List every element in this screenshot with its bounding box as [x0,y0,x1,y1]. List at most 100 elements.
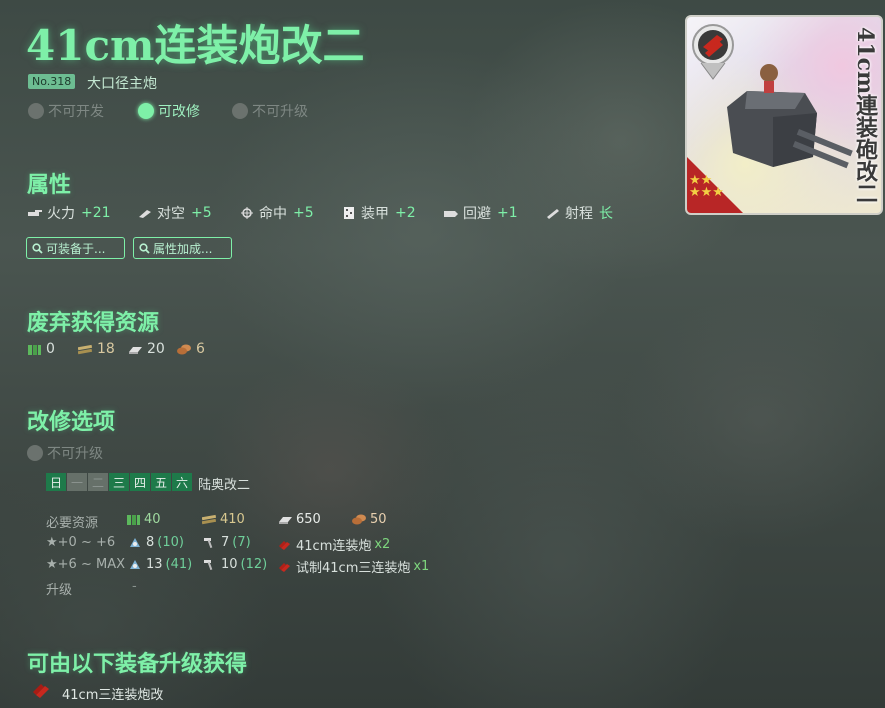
flag-improve-label: 可改修 [158,104,200,120]
development-material-icon [130,560,140,569]
stat-antiair: 对空 +5 [137,203,212,223]
improvement-row-label: ★+0 ~ +6 [46,535,116,550]
antiair-icon [139,210,151,218]
search-icon [32,242,43,254]
improvement-upgrade-status: 不可升级 [27,443,103,463]
bauxite-icon [352,514,366,525]
dev-material-guaranteed: (10) [157,535,184,550]
improvement-ship: 陆奥改二 [198,478,251,493]
development-material-icon [130,538,140,547]
consumed-equipment-name: 试制41cm三连装炮 [296,561,411,576]
steel-icon [129,346,142,354]
consumed-equipment: 试制41cm三连装炮 x1 [278,557,429,576]
stat-bonus-button[interactable]: 属性加成... [133,237,232,259]
scrap-bauxite: 6 [177,341,205,357]
day-wed: 三 [109,473,129,491]
main-gun-icon [279,541,290,550]
status-dot-icon [28,103,44,119]
star-icon: ★★★ [689,185,724,200]
improvement-material-icon [204,560,213,570]
section-heading-scrap: 废弃获得资源 [27,310,160,336]
stat-armor: 装甲 +2 [341,203,416,223]
scrap-ammo-value: 18 [97,341,115,357]
ammo-icon [202,514,217,525]
flag-improve: 可改修 [138,101,200,121]
flag-upgrade: 不可升级 [232,101,308,121]
required-steel-value: 650 [296,512,321,527]
main-gun-icon [279,563,290,572]
flag-develop: 不可开发 [28,101,104,121]
scrap-ammo: 18 [78,341,115,357]
flag-develop-label: 不可开发 [48,104,104,120]
improvement-material-icon [204,538,213,548]
status-dot-icon [232,103,248,119]
evasion-icon [444,211,458,217]
section-heading-attributes: 属性 [27,172,72,198]
screw-guaranteed: (7) [232,535,251,550]
section-heading-improvement: 改修选项 [27,409,116,435]
bauxite-icon [177,344,191,354]
improvement-row-label: ★+6 ~ MAX [46,557,125,572]
fuel-icon [28,344,41,355]
consumed-equipment-count: x1 [413,559,430,574]
flag-upgrade-label: 不可升级 [252,104,308,120]
stat-value: +5 [293,205,314,221]
screw-guaranteed: (12) [240,557,268,572]
consumed-equipment: 41cm连装炮 x2 [278,535,390,554]
dev-material-cost: 13 (41) [128,557,192,572]
consumed-equipment-name: 41cm连装炮 [296,539,372,554]
equipment-number-badge: No.318 [28,74,76,89]
scrap-steel: 20 [128,341,165,357]
card-title: 41cm連装砲改二 [852,27,878,205]
section-heading-obtain: 可由以下装备升级获得 [27,651,248,677]
stat-label: 对空 [157,206,185,222]
day-thu: 四 [130,473,150,491]
stat-value: 长 [599,206,613,222]
card-stars: ★★ ★★★ [689,174,729,200]
required-resources-label: 必要资源 [46,516,99,531]
stat-value: +2 [395,205,416,221]
scrap-fuel-value: 0 [46,341,55,357]
steel-icon [279,517,292,524]
stat-evasion: 回避 +1 [443,203,518,223]
source-equipment-link[interactable]: 41cm三连装炮改 [62,684,163,703]
status-dot-icon [138,103,154,119]
stat-value: +21 [81,205,111,221]
day-mon: 一 [67,473,87,491]
required-ammo-value: 410 [220,512,245,527]
stat-bonus-label: 属性加成... [153,241,213,256]
required-bauxite: 50 [352,512,387,527]
improvement-upgrade-status-label: 不可升级 [47,446,103,462]
firepower-icon [28,210,42,216]
day-sun: 日 [46,473,66,491]
dev-material-value: 13 [146,557,163,572]
ammo-icon [78,344,93,354]
stat-label: 射程 [565,206,593,222]
search-icon [139,242,150,254]
stat-label: 装甲 [361,206,389,222]
equippable-by-label: 可装备于... [46,241,106,256]
scrap-fuel: 0 [27,341,55,357]
screw-value: 10 [221,557,238,572]
main-gun-icon [33,684,49,698]
stat-firepower: 火力 +21 [27,203,111,223]
required-fuel: 40 [126,512,161,527]
equippable-by-button[interactable]: 可装备于... [26,237,125,259]
equipment-card-image: ★★ ★★★ 41cm連装砲改二 [685,15,883,215]
stat-value: +5 [191,205,212,221]
required-steel: 650 [278,512,321,527]
stat-label: 火力 [47,206,75,222]
required-fuel-value: 40 [144,512,161,527]
dev-material-cost: 8 (10) [128,535,184,550]
fuel-icon [127,515,140,525]
upgrade-value: - [132,579,137,594]
equipment-type: 大口径主炮 [87,76,157,92]
screw-value: 7 [221,535,230,550]
range-icon [547,209,559,219]
screw-cost: 7 (7) [203,535,251,550]
scrap-steel-value: 20 [147,341,165,357]
page-title: 41cm连装炮改二 [26,21,365,70]
day-sat: 六 [172,473,192,491]
stat-range: 射程 长 [545,203,613,223]
required-bauxite-value: 50 [370,512,387,527]
